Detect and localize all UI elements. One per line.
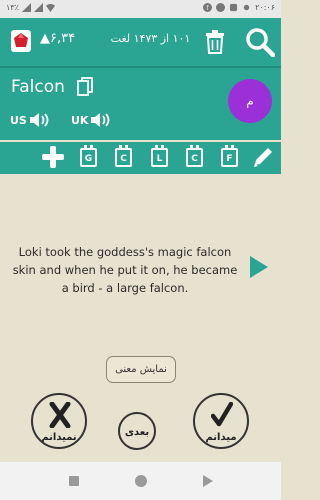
us-label: US: [10, 113, 27, 127]
home-icon[interactable]: [135, 475, 147, 487]
word-panel: Falcon م US UK: [0, 66, 281, 140]
trash-icon[interactable]: [205, 30, 225, 54]
box-c-button[interactable]: C: [115, 145, 132, 167]
signal-icon: [21, 3, 31, 12]
next-label: بعدی: [124, 427, 150, 438]
dont-know-label: نمیدانم: [41, 432, 77, 443]
score-value: ۶,۳۴: [50, 31, 76, 46]
uk-label: UK: [71, 113, 89, 127]
status-time: ۲۰:۰۶: [255, 3, 275, 12]
next-button[interactable]: بعدی: [118, 412, 156, 450]
score-display: ▲۶,۳۴: [40, 31, 76, 46]
know-label: میدانم: [205, 432, 237, 443]
copy-icon[interactable]: [77, 77, 93, 97]
pinterest-icon: [216, 3, 226, 12]
word-title: Falcon: [11, 77, 65, 97]
box-g-button[interactable]: G: [80, 145, 97, 167]
top-bar: ▲۶,۳۴ ۱۰۱ از ۱۴۷۳ لغت: [0, 18, 281, 66]
status-right: f ۲۰:۰۶: [203, 3, 275, 12]
status-bar: ۱۳٪ f ۲۰:۰۶: [0, 0, 281, 18]
cross-icon: [49, 402, 71, 428]
uk-pronunciation-button[interactable]: UK: [71, 108, 112, 132]
back-icon[interactable]: [203, 475, 213, 487]
box-f-button[interactable]: F: [221, 145, 238, 167]
ruby-gem-icon: [11, 30, 31, 52]
tool-row: G C L C F: [0, 140, 281, 174]
plus-icon[interactable]: [42, 146, 64, 168]
speaker-icon: [29, 113, 49, 127]
play-icon[interactable]: [250, 256, 268, 278]
signal-icon-2: [33, 3, 43, 12]
example-sentence: Loki took the goddess's magic falcon ski…: [12, 245, 238, 295]
status-left: ۱۳٪: [6, 3, 55, 12]
box-l-button[interactable]: L: [151, 145, 168, 167]
search-icon[interactable]: [245, 27, 275, 57]
pencil-icon[interactable]: [252, 146, 274, 168]
dont-know-button[interactable]: نمیدانم: [31, 393, 87, 449]
speaker-icon: [91, 113, 110, 127]
know-button[interactable]: میدانم: [193, 393, 249, 449]
us-pronunciation-button[interactable]: US: [10, 108, 51, 132]
show-meaning-button[interactable]: نمایش معنی: [106, 356, 176, 383]
checkmark-icon: [211, 402, 233, 427]
recent-apps-icon[interactable]: [69, 476, 79, 486]
location-icon: [243, 4, 250, 11]
notification-icon: [230, 3, 238, 12]
word-counter: ۱۰۱ از ۱۴۷۳ لغت: [110, 32, 191, 45]
battery-percent: ۱۳٪: [6, 3, 19, 12]
system-nav-bar: [0, 462, 281, 500]
avatar[interactable]: م: [228, 79, 272, 123]
wifi-icon: [45, 3, 55, 12]
box-c2-button[interactable]: C: [186, 145, 203, 167]
facebook-icon: f: [203, 3, 213, 12]
